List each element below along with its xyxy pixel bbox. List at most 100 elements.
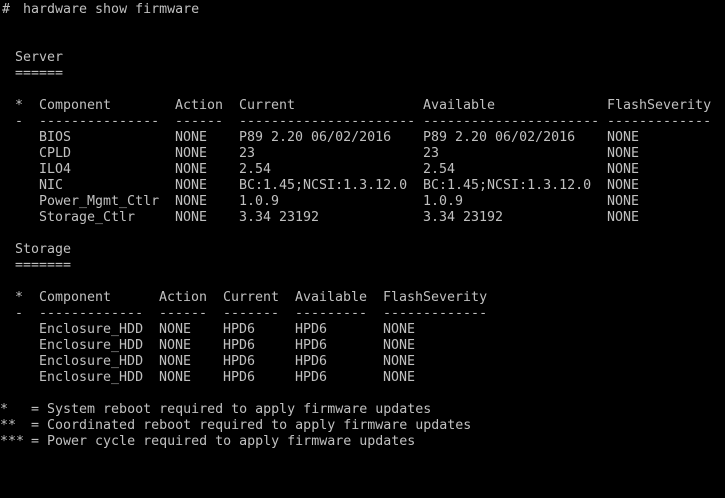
flash-severity-cell: NONE: [607, 178, 640, 193]
flash-severity-cell: NONE: [607, 146, 640, 161]
header-component: Component: [39, 290, 112, 305]
header-current: Current: [223, 290, 280, 305]
server-header-row: * Component Action Current Available Fla…: [0, 98, 711, 114]
header-flash-severity: FlashSeverity: [383, 290, 488, 305]
component-cell: NIC: [39, 178, 64, 193]
dash-component: -------------: [39, 306, 144, 321]
action-cell: NONE: [175, 146, 208, 161]
table-row: Storage_Ctlr NONE 3.34 23192 3.34 23192 …: [0, 210, 639, 226]
available-cell: 2.54: [423, 162, 456, 177]
table-row: Enclosure_HDD NONE HPD6 HPD6 NONE: [0, 322, 415, 338]
dash-action: ------: [175, 114, 224, 129]
available-cell: BC:1.45;NCSI:1.3.12.0: [423, 178, 592, 193]
component-cell: BIOS: [39, 130, 72, 145]
table-row: Enclosure_HDD NONE HPD6 HPD6 NONE: [0, 354, 415, 370]
storage-title: Storage: [15, 242, 72, 257]
flash-severity-cell: NONE: [383, 322, 416, 337]
available-cell: P89 2.20 06/02/2016: [423, 130, 576, 145]
legend-text: = Coordinated reboot required to apply f…: [31, 418, 472, 433]
header-current: Current: [239, 98, 296, 113]
table-row: ILO4 NONE 2.54 2.54 NONE: [0, 162, 639, 178]
dash-marker: -: [15, 114, 24, 129]
header-marker: *: [15, 290, 24, 305]
dash-marker: -: [15, 306, 24, 321]
action-cell: NONE: [175, 210, 208, 225]
component-cell: Enclosure_HDD: [39, 338, 144, 353]
component-cell: Storage_Ctlr: [39, 210, 136, 225]
dash-current: -------: [223, 306, 280, 321]
available-cell: 1.0.9: [423, 194, 464, 209]
legend-text: = System reboot required to apply firmwa…: [31, 402, 432, 417]
header-component: Component: [39, 98, 112, 113]
current-cell: 1.0.9: [239, 194, 280, 209]
action-cell: NONE: [159, 322, 192, 337]
header-available: Available: [423, 98, 496, 113]
action-cell: NONE: [159, 354, 192, 369]
table-row: NIC NONE BC:1.45;NCSI:1.3.12.0 BC:1.45;N…: [0, 178, 639, 194]
available-cell: HPD6: [295, 370, 328, 385]
flash-severity-cell: NONE: [607, 194, 640, 209]
flash-severity-cell: NONE: [383, 338, 416, 353]
table-row: Enclosure_HDD NONE HPD6 HPD6 NONE: [0, 338, 415, 354]
action-cell: NONE: [159, 370, 192, 385]
legend-line: ** = Coordinated reboot required to appl…: [0, 418, 471, 434]
legend-line: *** = Power cycle required to apply firm…: [0, 434, 415, 450]
server-section-title: Server: [0, 50, 63, 66]
action-cell: NONE: [159, 338, 192, 353]
flash-severity-cell: NONE: [607, 130, 640, 145]
command-line: # hardware show firmware: [0, 2, 199, 18]
server-dash-row: - --------------- ------ ---------------…: [0, 114, 711, 130]
dash-component: ---------------: [39, 114, 160, 129]
available-cell: HPD6: [295, 322, 328, 337]
dash-available: ----------------------: [423, 114, 600, 129]
storage-underline: =======: [15, 258, 72, 273]
current-cell: 3.34 23192: [239, 210, 320, 225]
header-available: Available: [295, 290, 368, 305]
current-cell: HPD6: [223, 338, 256, 353]
legend-marker: ***: [0, 434, 25, 449]
dash-flash-severity: -------------: [607, 114, 712, 129]
legend-text: = Power cycle required to apply firmware…: [31, 434, 416, 449]
current-cell: HPD6: [223, 370, 256, 385]
component-cell: Power_Mgmt_Ctlr: [39, 194, 160, 209]
storage-section-title: Storage: [0, 242, 71, 258]
component-cell: CPLD: [39, 146, 72, 161]
action-cell: NONE: [175, 162, 208, 177]
flash-severity-cell: NONE: [607, 162, 640, 177]
server-underline: ======: [15, 66, 64, 81]
component-cell: Enclosure_HDD: [39, 322, 144, 337]
current-cell: BC:1.45;NCSI:1.3.12.0: [239, 178, 408, 193]
storage-header-row: * Component Action Current Available Fla…: [0, 290, 487, 306]
terminal-window[interactable]: # hardware show firmware Server ====== *…: [0, 0, 725, 455]
header-action: Action: [159, 290, 208, 305]
current-cell: HPD6: [223, 354, 256, 369]
available-cell: HPD6: [295, 354, 328, 369]
server-title: Server: [15, 50, 64, 65]
available-cell: 3.34 23192: [423, 210, 504, 225]
current-cell: P89 2.20 06/02/2016: [239, 130, 392, 145]
component-cell: ILO4: [39, 162, 72, 177]
header-flash-severity: FlashSeverity: [607, 98, 712, 113]
action-cell: NONE: [175, 130, 208, 145]
available-cell: HPD6: [295, 338, 328, 353]
header-marker: *: [15, 98, 24, 113]
action-cell: NONE: [175, 178, 208, 193]
flash-severity-cell: NONE: [607, 210, 640, 225]
flash-severity-cell: NONE: [383, 354, 416, 369]
dash-current: ----------------------: [239, 114, 416, 129]
component-cell: Enclosure_HDD: [39, 354, 144, 369]
flash-severity-cell: NONE: [383, 370, 416, 385]
dash-available: ---------: [295, 306, 368, 321]
header-action: Action: [175, 98, 224, 113]
storage-dash-row: - ------------- ------ ------- ---------…: [0, 306, 487, 322]
server-title-underline: ======: [0, 66, 63, 82]
dash-flash-severity: -------------: [383, 306, 488, 321]
table-row: BIOS NONE P89 2.20 06/02/2016 P89 2.20 0…: [0, 130, 639, 146]
legend-line: * = System reboot required to apply firm…: [0, 402, 431, 418]
current-cell: 23: [239, 146, 256, 161]
prompt-symbol: #: [2, 2, 11, 17]
table-row: Enclosure_HDD NONE HPD6 HPD6 NONE: [0, 370, 415, 386]
table-row: Power_Mgmt_Ctlr NONE 1.0.9 1.0.9 NONE: [0, 194, 639, 210]
current-cell: HPD6: [223, 322, 256, 337]
storage-title-underline: =======: [0, 258, 71, 274]
